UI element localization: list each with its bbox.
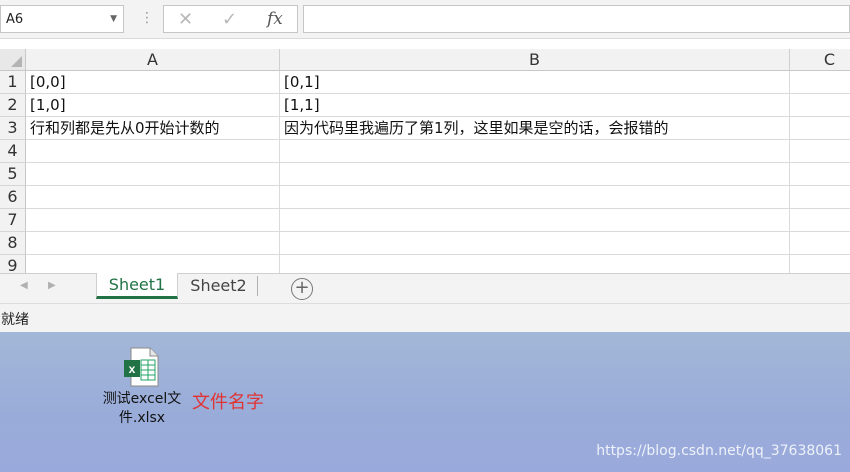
row-header-5[interactable]: 5 xyxy=(0,163,26,186)
file-name-label[interactable]: 测试excel文件.xlsx xyxy=(92,390,192,428)
row-header-1[interactable]: 1 xyxy=(0,71,26,94)
cell-c5[interactable] xyxy=(790,163,850,186)
excel-window: A6 ▼ ⋮ ✕ ✓ fx A B C 1 [0,0] [0,1] 2 [1,0… xyxy=(0,0,850,332)
cell-c2[interactable] xyxy=(790,94,850,117)
cell-c1[interactable] xyxy=(790,71,850,94)
name-box-value: A6 xyxy=(6,12,24,27)
cell-b5[interactable] xyxy=(280,163,790,186)
name-box[interactable]: A6 ▼ xyxy=(0,5,124,33)
row-header-6[interactable]: 6 xyxy=(0,186,26,209)
cell-c6[interactable] xyxy=(790,186,850,209)
formula-bar: A6 ▼ ⋮ ✕ ✓ fx xyxy=(0,0,850,39)
status-text: 就绪 xyxy=(1,312,29,328)
sheet-tabs-bar: ◀ ▶ Sheet1 Sheet2 + xyxy=(0,273,850,303)
cell-b8[interactable] xyxy=(280,232,790,255)
formula-input[interactable] xyxy=(303,5,850,33)
desktop: x 测试excel文件.xlsx 文件名字 https://blog.csdn.… xyxy=(0,332,850,472)
excel-file-icon[interactable]: x xyxy=(123,347,159,387)
cell-c9[interactable] xyxy=(790,255,850,273)
cell-a5[interactable] xyxy=(26,163,280,186)
svg-text:x: x xyxy=(129,362,136,376)
check-icon[interactable]: ✓ xyxy=(222,9,237,30)
cell-b6[interactable] xyxy=(280,186,790,209)
formula-buttons: ✕ ✓ fx xyxy=(163,5,298,33)
cell-b2[interactable]: [1,1] xyxy=(280,94,790,117)
function-icon[interactable]: fx xyxy=(267,9,283,29)
close-icon[interactable]: ✕ xyxy=(178,9,193,30)
cell-b3[interactable]: 因为代码里我遍历了第1列，这里如果是空的话，会报错的 xyxy=(280,117,790,140)
tab-sheet1[interactable]: Sheet1 xyxy=(96,273,178,299)
status-bar: 就绪 xyxy=(0,303,850,332)
cell-a1[interactable]: [0,0] xyxy=(26,71,280,94)
chevron-left-icon[interactable]: ◀ xyxy=(20,280,28,291)
row-header-8[interactable]: 8 xyxy=(0,232,26,255)
annotation-text: 文件名字 xyxy=(192,392,264,413)
cell-b7[interactable] xyxy=(280,209,790,232)
cell-a7[interactable] xyxy=(26,209,280,232)
worksheet-grid: A B C 1 [0,0] [0,1] 2 [1,0] [1,1] 3 行和列都… xyxy=(0,49,850,273)
cell-a4[interactable] xyxy=(26,140,280,163)
cell-a2[interactable]: [1,0] xyxy=(26,94,280,117)
row-header-3[interactable]: 3 xyxy=(0,117,26,140)
chevron-right-icon[interactable]: ▶ xyxy=(48,280,56,291)
row-header-4[interactable]: 4 xyxy=(0,140,26,163)
column-header-b[interactable]: B xyxy=(280,49,790,71)
cell-c7[interactable] xyxy=(790,209,850,232)
plus-circle-icon[interactable]: + xyxy=(291,278,313,300)
column-header-a[interactable]: A xyxy=(26,49,280,71)
cell-a9[interactable] xyxy=(26,255,280,273)
cell-b4[interactable] xyxy=(280,140,790,163)
cell-c8[interactable] xyxy=(790,232,850,255)
cell-a6[interactable] xyxy=(26,186,280,209)
chevron-down-icon[interactable]: ▼ xyxy=(110,14,117,24)
row-header-2[interactable]: 2 xyxy=(0,94,26,117)
cell-b1[interactable]: [0,1] xyxy=(280,71,790,94)
row-header-7[interactable]: 7 xyxy=(0,209,26,232)
tab-sheet2[interactable]: Sheet2 xyxy=(180,276,258,296)
row-header-9[interactable]: 9 xyxy=(0,255,26,273)
drag-handle-icon[interactable]: ⋮ xyxy=(140,9,154,27)
select-all-corner[interactable] xyxy=(0,49,26,71)
cell-c4[interactable] xyxy=(790,140,850,163)
cell-b9[interactable] xyxy=(280,255,790,273)
watermark-text: https://blog.csdn.net/qq_37638061 xyxy=(596,443,842,459)
cell-a8[interactable] xyxy=(26,232,280,255)
cell-a3[interactable]: 行和列都是先从0开始计数的 xyxy=(26,117,280,140)
column-header-c[interactable]: C xyxy=(790,49,850,71)
cell-c3[interactable] xyxy=(790,117,850,140)
